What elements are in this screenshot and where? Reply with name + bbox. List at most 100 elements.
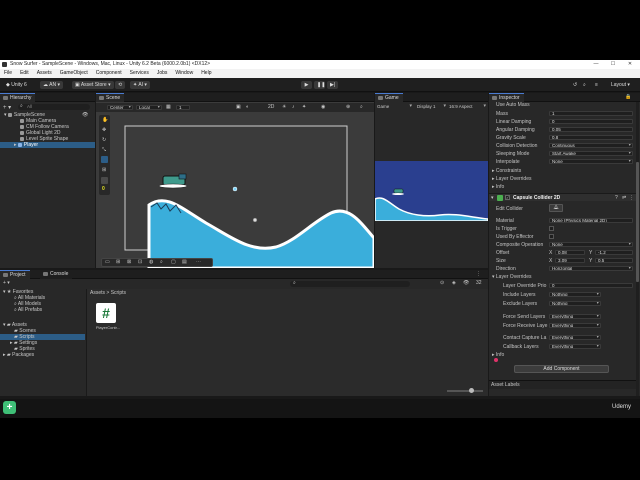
scale-tool-icon[interactable]: ⤡ — [102, 147, 106, 153]
include-layers-dropdown[interactable]: Nothing — [549, 292, 601, 297]
transform-tool-icon[interactable]: ⊞ — [102, 167, 106, 173]
edit-collider-button[interactable]: ⟁ — [549, 204, 563, 212]
shading-mode-icon[interactable]: ◐ — [246, 104, 249, 110]
slider-handle[interactable] — [469, 388, 474, 393]
callback-layers-dropdown[interactable]: Everything — [549, 344, 601, 349]
menu-help[interactable]: Help — [197, 69, 215, 78]
menu-gameobject[interactable]: GameObject — [56, 69, 92, 78]
add-object-button[interactable]: + ▾ — [3, 104, 11, 111]
tab-hierarchy[interactable]: Hierarchy — [0, 93, 36, 102]
exclude-layers-dropdown[interactable]: Nothing — [549, 301, 601, 306]
overlay-pivot-icon[interactable]: ⊡ — [138, 259, 142, 265]
effects-toggle-icon[interactable]: ✦ — [302, 104, 306, 110]
overlay-snap-icon[interactable]: ⊠ — [127, 259, 131, 265]
force-receive-layers-dropdown[interactable]: Everything — [549, 323, 601, 328]
unity-account-button[interactable]: ◆ Unity 6 — [3, 81, 30, 89]
gravity-scale-field[interactable]: 0.8 — [549, 135, 633, 140]
tab-inspector[interactable]: Inspector — [489, 93, 524, 102]
hierarchy-search-input[interactable]: ⌕ All — [18, 103, 90, 110]
foldout-layer-overrides[interactable]: ▸ Layer Overrides — [492, 176, 531, 182]
menu-jobs[interactable]: Jobs — [153, 69, 172, 78]
lighting-toggle-icon[interactable]: ☀ — [282, 104, 286, 110]
tab-game[interactable]: Game — [375, 93, 403, 102]
angular-damping-field[interactable]: 0.05 — [549, 127, 633, 132]
asset-store-button[interactable]: ▣ Asset Store ▾ — [72, 81, 114, 89]
maximize-button[interactable]: ☐ — [605, 60, 621, 69]
component-menu-icon[interactable]: ⋮ — [629, 195, 634, 201]
offset-y-label[interactable]: Y — [589, 250, 592, 256]
rotate-tool-icon[interactable]: ↻ — [102, 137, 106, 143]
menu-services[interactable]: Services — [126, 69, 153, 78]
icon-size-slider[interactable] — [447, 388, 483, 393]
menu-file[interactable]: File — [0, 69, 16, 78]
project-search-input[interactable]: ⌕ — [290, 280, 410, 287]
ai-button[interactable]: ✦ AI ▾ — [130, 81, 150, 89]
foldout-info[interactable]: ▸ Info — [492, 184, 504, 190]
minimize-button[interactable]: — — [588, 60, 604, 69]
overlay-rect-icon[interactable]: ▭ — [105, 259, 110, 265]
grid-snap-icon[interactable]: ▦ — [166, 104, 171, 110]
layout-dropdown[interactable]: Layout ▾ — [608, 81, 633, 89]
size-x-label[interactable]: X — [549, 258, 552, 264]
camera-settings-icon[interactable]: ◉ — [321, 104, 325, 110]
audio-toggle-icon[interactable]: ♪ — [292, 104, 295, 110]
snap-increment-field[interactable]: 1 — [176, 105, 190, 110]
linear-damping-field[interactable]: 0 — [549, 119, 633, 124]
aspect-dropdown[interactable]: 16:9 Aspect — [449, 103, 487, 109]
pause-button[interactable]: ❚❚ — [314, 81, 325, 89]
interpolate-dropdown[interactable]: None — [549, 159, 633, 164]
app-launcher-icon[interactable]: + — [3, 401, 16, 414]
project-add-button[interactable]: + ▾ — [3, 280, 10, 286]
size-y-label[interactable]: Y — [589, 258, 592, 264]
overlay-layer-icon[interactable]: ▤ — [182, 259, 187, 265]
foldout-info-bottom[interactable]: ▸ Info — [492, 352, 504, 358]
overlay-grid-icon[interactable]: ⊞ — [116, 259, 120, 265]
asset-item-player-controller[interactable]: # PlayerContr... — [93, 303, 120, 333]
breadcrumb-scripts[interactable]: Scripts — [111, 290, 126, 296]
2d-mode-toggle[interactable]: 2D — [268, 104, 274, 110]
scrollbar-thumb[interactable] — [636, 162, 639, 282]
contact-capture-layers-dropdown[interactable]: Everything — [549, 335, 601, 340]
add-component-button[interactable]: Add Component — [514, 365, 609, 373]
gizmos-dropdown-icon[interactable]: ⊕ — [346, 104, 350, 110]
move-tool-icon[interactable]: ✥ — [102, 127, 106, 133]
panel-menu-icon[interactable]: ⋮ — [476, 271, 481, 277]
hierarchy-item-player[interactable]: ▸ Player — [0, 142, 95, 148]
inspector-scrollbar[interactable] — [636, 102, 639, 396]
used-by-effector-checkbox[interactable] — [549, 234, 554, 239]
gizmo-toggle-icon[interactable]: ▣ — [236, 104, 241, 110]
material-field[interactable]: None (Physics Material 2D) — [549, 218, 633, 223]
overlay-zoom-icon[interactable]: ⌕ — [160, 259, 163, 265]
menu-component[interactable]: Component — [92, 69, 126, 78]
space-dropdown[interactable]: Local — [136, 105, 162, 110]
overlay-view-icon[interactable]: ◍ — [149, 259, 153, 265]
filter-label-icon[interactable]: ◈ — [452, 280, 456, 286]
search-icon[interactable]: ⌕ — [580, 81, 589, 89]
presets-icon[interactable]: ⇌ — [622, 195, 626, 201]
close-button[interactable]: ✕ — [622, 60, 638, 69]
size-x-field[interactable]: 3.09 — [555, 258, 585, 263]
filter-type-icon[interactable]: ⊙ — [440, 280, 444, 286]
component-header[interactable]: ▾ ✓ Capsule Collider 2D ? ⇌ ⋮ — [489, 193, 636, 201]
scene-viewport[interactable] — [111, 113, 374, 268]
mass-field[interactable]: 1 — [549, 111, 633, 116]
is-trigger-checkbox[interactable] — [549, 226, 554, 231]
composite-operation-dropdown[interactable]: None — [549, 242, 633, 247]
offset-y-field[interactable]: -1.2 — [595, 250, 633, 255]
custom-tool-icon[interactable] — [101, 177, 108, 184]
component-enabled-checkbox[interactable]: ✓ — [505, 195, 510, 200]
overlay-more-icon[interactable]: ⋯ — [196, 259, 201, 265]
game-mode-dropdown[interactable]: Game — [377, 103, 413, 109]
tab-console[interactable]: Console — [40, 270, 73, 279]
version-control-button[interactable]: ⟲ — [115, 81, 126, 89]
tab-scene[interactable]: Scene — [96, 93, 125, 102]
menu-assets[interactable]: Assets — [33, 69, 56, 78]
favorite-all-prefabs[interactable]: ⌕ All Prefabs — [0, 307, 42, 313]
scene-search-icon[interactable]: ⌕ — [360, 104, 363, 110]
collision-detection-dropdown[interactable]: Continuous — [549, 143, 633, 148]
menu-window[interactable]: Window — [171, 69, 197, 78]
foldout-layer-overrides-expanded[interactable]: ▾ Layer Overrides — [492, 274, 531, 280]
menu-edit[interactable]: Edit — [16, 69, 33, 78]
view-tool-icon[interactable]: ✋ — [102, 117, 108, 123]
offset-x-field[interactable]: 0.08 — [555, 250, 585, 255]
